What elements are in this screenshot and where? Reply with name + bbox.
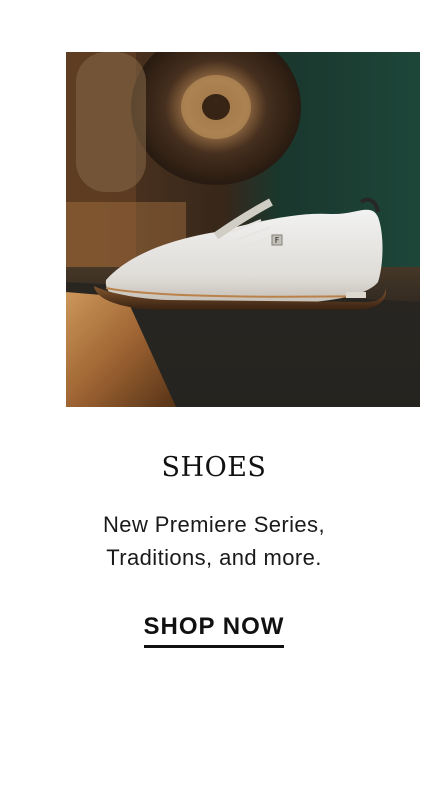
hero-image[interactable]: F [66, 52, 420, 407]
shop-now-link[interactable]: SHOP NOW [143, 612, 285, 648]
section-subtitle: New Premiere Series, Traditions, and mor… [0, 508, 428, 574]
subtitle-line-2: Traditions, and more. [106, 545, 322, 570]
section-title: SHOES [161, 452, 267, 483]
shoe-photo: F [66, 52, 420, 407]
cta-container: SHOP NOW [0, 612, 428, 648]
subtitle-line-1: New Premiere Series, [103, 512, 325, 537]
